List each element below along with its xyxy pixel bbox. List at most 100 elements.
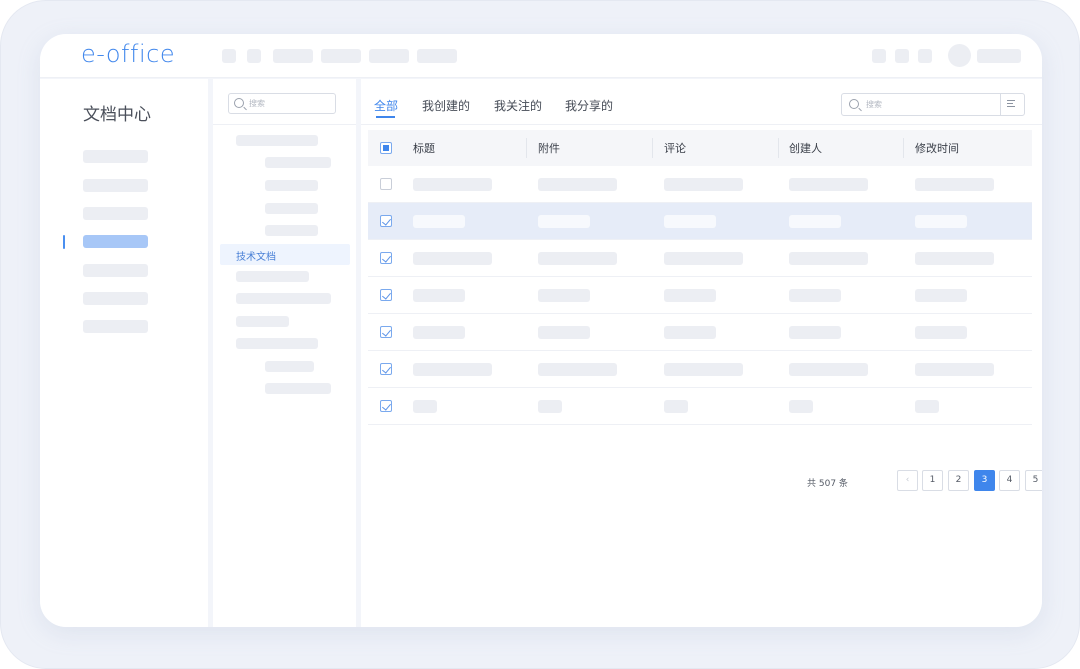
menu-placeholder[interactable] — [369, 49, 409, 63]
column-header-creator[interactable]: 创建人 — [789, 140, 822, 156]
tab-created[interactable]: 我创建的 — [422, 97, 470, 114]
tree-node[interactable] — [265, 225, 318, 236]
cell-placeholder — [664, 215, 716, 228]
tab-active-underline — [376, 116, 395, 118]
tree-node[interactable] — [265, 383, 331, 394]
table-row[interactable] — [368, 388, 1032, 425]
select-all-checkbox[interactable] — [380, 142, 392, 154]
tree-node[interactable] — [236, 271, 309, 282]
cell-placeholder — [538, 363, 617, 376]
username-placeholder[interactable] — [977, 49, 1021, 63]
table-row[interactable] — [368, 166, 1032, 203]
row-checkbox[interactable] — [380, 326, 392, 338]
menu-placeholder[interactable] — [273, 49, 313, 63]
table-row[interactable] — [368, 351, 1032, 388]
column-separator — [903, 138, 904, 158]
table-header: 标题 附件 评论 创建人 修改时间 — [368, 130, 1032, 166]
cell-placeholder — [538, 215, 590, 228]
tab-followed[interactable]: 我关注的 — [494, 97, 542, 114]
row-checkbox[interactable] — [380, 363, 392, 375]
top-bar: e-office — [40, 34, 1042, 78]
cell-placeholder — [538, 289, 590, 302]
cell-placeholder — [789, 326, 841, 339]
row-checkbox[interactable] — [380, 178, 392, 190]
pagination-page-4[interactable]: 4 — [999, 470, 1020, 491]
pagination-page-1[interactable]: 1 — [922, 470, 943, 491]
cell-placeholder — [789, 363, 868, 376]
tree-node[interactable] — [236, 135, 318, 146]
cell-placeholder — [789, 215, 841, 228]
document-search-input[interactable]: 搜索 — [841, 93, 1025, 116]
cell-placeholder — [664, 363, 743, 376]
cell-placeholder — [664, 252, 743, 265]
cell-placeholder — [789, 289, 841, 302]
cell-placeholder — [413, 252, 492, 265]
tree-node[interactable] — [265, 180, 318, 191]
tree-node[interactable] — [236, 338, 318, 349]
cell-placeholder — [413, 289, 465, 302]
pagination-page-2[interactable]: 2 — [948, 470, 969, 491]
tree-node[interactable] — [236, 293, 331, 304]
tree-node-label: 技术文档 — [236, 252, 276, 263]
nav-item[interactable] — [83, 264, 148, 277]
nav-item[interactable] — [83, 292, 148, 305]
tab-all[interactable]: 全部 — [374, 97, 398, 114]
left-nav: 文档中心 — [40, 79, 208, 627]
table-row[interactable] — [368, 240, 1032, 277]
pagination-page-5[interactable]: 5 — [1025, 470, 1042, 491]
tree-node[interactable] — [265, 203, 318, 214]
nav-item[interactable] — [83, 179, 148, 192]
nav-item[interactable] — [83, 150, 148, 163]
toolbar-placeholder[interactable] — [247, 49, 261, 63]
tree-search-input[interactable]: 搜索 — [228, 93, 336, 114]
pagination-page-3[interactable]: 3 — [974, 470, 995, 491]
cell-placeholder — [789, 400, 813, 413]
pagination-total: 共 507 条 — [807, 479, 848, 489]
toolbar-placeholder[interactable] — [918, 49, 932, 63]
tree-node-selected[interactable]: 技术文档 — [220, 244, 350, 265]
row-checkbox[interactable] — [380, 215, 392, 227]
app-logo: e-office — [81, 40, 176, 68]
column-header-title[interactable]: 标题 — [413, 140, 435, 156]
column-header-modified[interactable]: 修改时间 — [915, 140, 959, 156]
cell-placeholder — [915, 252, 994, 265]
tree-node[interactable] — [265, 361, 314, 372]
cell-placeholder — [915, 400, 939, 413]
cell-placeholder — [915, 178, 994, 191]
cell-placeholder — [413, 326, 465, 339]
toolbar-placeholder[interactable] — [895, 49, 909, 63]
avatar[interactable] — [948, 44, 971, 67]
row-checkbox[interactable] — [380, 400, 392, 412]
table-row[interactable] — [368, 314, 1032, 351]
tree-node[interactable] — [265, 157, 331, 168]
menu-placeholder[interactable] — [321, 49, 361, 63]
row-checkbox[interactable] — [380, 252, 392, 264]
row-checkbox[interactable] — [380, 289, 392, 301]
table-row[interactable] — [368, 277, 1032, 314]
tab-shared[interactable]: 我分享的 — [565, 97, 613, 114]
nav-item[interactable] — [83, 207, 148, 220]
nav-item-active[interactable] — [83, 235, 148, 248]
main-panel: 全部 我创建的 我关注的 我分享的 搜索 标题 附件 评论 创建人 修改时间 共… — [361, 79, 1042, 627]
cell-placeholder — [664, 326, 716, 339]
search-placeholder: 搜索 — [866, 100, 882, 109]
nav-item[interactable] — [83, 320, 148, 333]
cell-placeholder — [915, 215, 967, 228]
column-header-comments[interactable]: 评论 — [664, 140, 686, 156]
cell-placeholder — [789, 178, 868, 191]
cell-placeholder — [664, 178, 743, 191]
filter-icon[interactable] — [1000, 94, 1024, 115]
table-row-selected[interactable] — [368, 203, 1032, 240]
cell-placeholder — [413, 178, 492, 191]
folder-tree: 搜索 技术文档 — [213, 79, 356, 627]
divider — [213, 124, 356, 125]
cell-placeholder — [538, 400, 562, 413]
cell-placeholder — [915, 289, 967, 302]
column-header-attachment[interactable]: 附件 — [538, 140, 560, 156]
tree-node[interactable] — [236, 316, 289, 327]
toolbar-placeholder[interactable] — [872, 49, 886, 63]
toolbar-placeholder[interactable] — [222, 49, 236, 63]
menu-placeholder[interactable] — [417, 49, 457, 63]
pagination-prev-button[interactable]: ‹ — [897, 470, 918, 491]
cell-placeholder — [413, 215, 465, 228]
